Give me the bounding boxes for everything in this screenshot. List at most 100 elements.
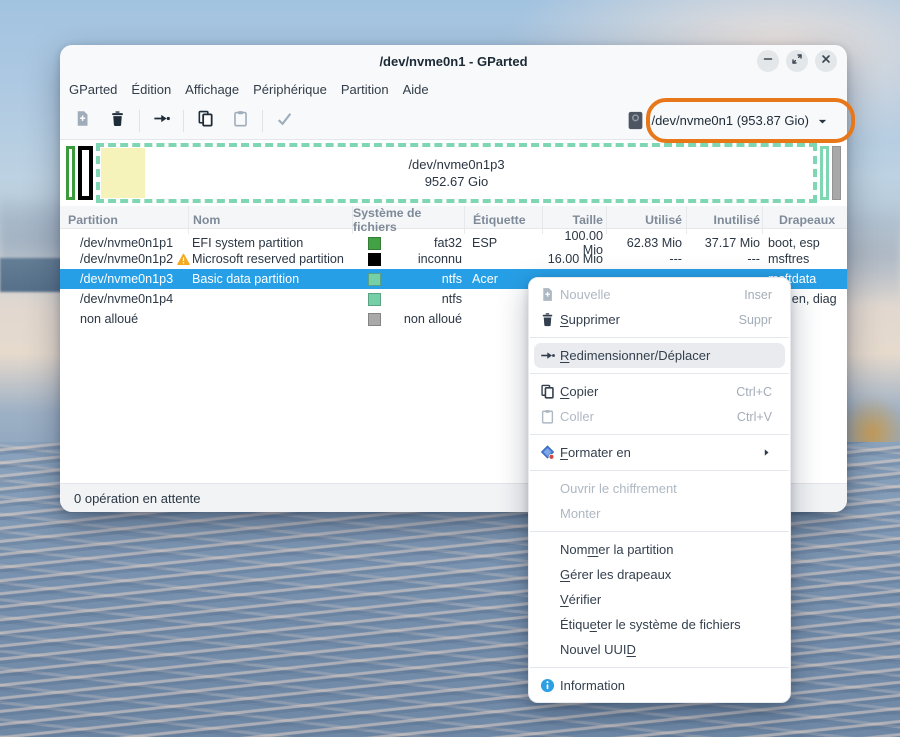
- filesystem-cell: ntfs: [352, 272, 464, 286]
- filesystem-color-swatch: [368, 313, 381, 326]
- name-cell: Basic data partition: [188, 272, 352, 286]
- menubar-item-peripherique[interactable]: Périphérique: [246, 77, 334, 102]
- copy-icon: [540, 384, 555, 399]
- disk-segment-fat32[interactable]: [66, 146, 75, 200]
- disk-visual-bar: /dev/nvme0n1p3952.67 Gio: [60, 140, 847, 206]
- column-header-nom[interactable]: Nom: [188, 206, 352, 234]
- minimize-icon: [762, 52, 774, 70]
- menu-item-nouvel-uuid[interactable]: Nouvel UUID: [534, 637, 785, 662]
- menubar-item-affichage[interactable]: Affichage: [178, 77, 246, 102]
- menu-item-nouvelle[interactable]: NouvelleInser: [534, 282, 785, 307]
- chevron-down-icon: [816, 113, 829, 128]
- disk-segment-unknown[interactable]: [78, 146, 93, 200]
- menu-item-etiqueter-le-systeme-de-fichiers[interactable]: Étiqueter le système de fichiers: [534, 612, 785, 637]
- disk-segment-ntfs[interactable]: [820, 146, 829, 200]
- menu-item-verifier[interactable]: Vérifier: [534, 587, 785, 612]
- delete-icon: [109, 110, 126, 132]
- menu-item-redimensionner-deplacer[interactable]: Redimensionner/Déplacer: [534, 343, 785, 368]
- device-selector[interactable]: /dev/nvme0n1 (953.87 Gio): [627, 111, 829, 130]
- menu-item-nommer-la-partition[interactable]: Nommer la partition: [534, 537, 785, 562]
- column-header-partition[interactable]: Partition: [60, 206, 188, 234]
- menu-icon-placeholder: [540, 542, 555, 557]
- menu-item-monter[interactable]: Monter: [534, 501, 785, 526]
- used-cell: ---: [606, 252, 686, 266]
- paste-icon: [232, 110, 249, 132]
- menu-item-shortcut: Ctrl+C: [736, 385, 772, 399]
- menu-item-ouvrir-le-chiffrement[interactable]: Ouvrir le chiffrement: [534, 476, 785, 501]
- menu-separator: [530, 667, 789, 668]
- paste-button[interactable]: [226, 107, 254, 135]
- partition-table-header: Partition Nom Système de fichiers Étique…: [60, 206, 847, 229]
- minimize-button[interactable]: [757, 50, 779, 72]
- filesystem-color-swatch: [368, 273, 381, 286]
- menubar-item-gparted[interactable]: GParted: [62, 77, 124, 102]
- column-header-label[interactable]: Étiquette: [464, 206, 542, 234]
- menu-item-copier[interactable]: CopierCtrl+C: [534, 379, 785, 404]
- paste-icon: [540, 409, 555, 424]
- menu-item-label: Formater en: [560, 445, 631, 460]
- delete-icon: [540, 312, 555, 327]
- toolbar-separator: [262, 110, 263, 132]
- copy-button[interactable]: [191, 107, 219, 135]
- menu-separator: [530, 470, 789, 471]
- flags-cell: msftres: [762, 252, 847, 266]
- menu-item-label: Redimensionner/Déplacer: [560, 348, 710, 363]
- partition-cell: non alloué: [60, 312, 188, 326]
- menubar-item-edition[interactable]: Édition: [124, 77, 178, 102]
- menu-icon-placeholder: [540, 506, 555, 521]
- disk-partition-size: 952.67 Gio: [408, 173, 504, 190]
- resize-move-button[interactable]: [147, 107, 175, 135]
- used-space-block: [101, 148, 145, 198]
- delete-partition-button[interactable]: [103, 107, 131, 135]
- column-header-filesystem[interactable]: Système de fichiers: [352, 206, 464, 234]
- maximize-button[interactable]: [786, 50, 808, 72]
- menu-separator: [530, 337, 789, 338]
- menu-item-coller[interactable]: CollerCtrl+V: [534, 404, 785, 429]
- menu-item-formater-en[interactable]: Formater en: [534, 440, 785, 465]
- column-header-unused[interactable]: Inutilisé: [686, 206, 762, 234]
- unused-cell: ---: [686, 252, 762, 266]
- menu-icon-placeholder: [540, 481, 555, 496]
- device-selector-label: /dev/nvme0n1 (953.87 Gio): [651, 113, 809, 128]
- resize-move-icon: [153, 110, 170, 132]
- menu-separator: [530, 373, 789, 374]
- mountains-decoration: [0, 258, 66, 292]
- partition-context-menu: NouvelleInserSupprimerSuppr Redimensionne…: [528, 277, 791, 703]
- partition-cell: /dev/nvme0n1p1: [60, 236, 188, 250]
- new-partition-icon: [540, 287, 555, 302]
- disk-segment-unallocated[interactable]: [832, 146, 841, 200]
- titlebar[interactable]: /dev/nvme0n1 - GParted: [60, 45, 847, 77]
- info-icon: [540, 678, 555, 693]
- apply-button[interactable]: [270, 107, 298, 135]
- partition-cell: /dev/nvme0n1p2: [60, 252, 188, 266]
- column-header-flags[interactable]: Drapeaux: [762, 206, 847, 234]
- menu-item-label: Nouvel UUID: [560, 642, 636, 657]
- menu-item-information[interactable]: Information: [534, 673, 785, 698]
- disk-partition-name: /dev/nvme0n1p3: [408, 156, 504, 173]
- partition-cell: /dev/nvme0n1p4: [60, 292, 188, 306]
- menu-item-shortcut: Ctrl+V: [737, 410, 772, 424]
- menubar-item-partition[interactable]: Partition: [334, 77, 396, 102]
- menu-item-shortcut: Inser: [744, 288, 772, 302]
- pending-operations-text: 0 opération en attente: [74, 491, 201, 506]
- close-button[interactable]: [815, 50, 837, 72]
- apply-icon: [276, 110, 293, 132]
- used-cell: 62.83 Mio: [606, 236, 686, 250]
- filesystem-color-swatch: [368, 237, 381, 250]
- filesystem-color-swatch: [368, 253, 381, 266]
- menu-item-supprimer[interactable]: SupprimerSuppr: [534, 307, 785, 332]
- new-partition-button[interactable]: [68, 107, 96, 135]
- menu-separator: [530, 434, 789, 435]
- menu-item-gerer-les-drapeaux[interactable]: Gérer les drapeaux: [534, 562, 785, 587]
- toolbar-separator: [139, 110, 140, 132]
- unused-cell: 37.17 Mio: [686, 236, 762, 250]
- name-cell: EFI system partition: [188, 236, 352, 250]
- column-header-used[interactable]: Utilisé: [606, 206, 686, 234]
- menubar-item-aide[interactable]: Aide: [396, 77, 436, 102]
- menu-icon-placeholder: [540, 617, 555, 632]
- flags-cell: boot, esp: [762, 236, 847, 250]
- menu-item-shortcut: Suppr: [739, 313, 772, 327]
- table-row-dev-nvme0n1p2[interactable]: /dev/nvme0n1p2Microsoft reserved partiti…: [60, 249, 847, 269]
- disk-segment-ntfs[interactable]: /dev/nvme0n1p3952.67 Gio: [96, 143, 817, 203]
- filesystem-color-swatch: [368, 293, 381, 306]
